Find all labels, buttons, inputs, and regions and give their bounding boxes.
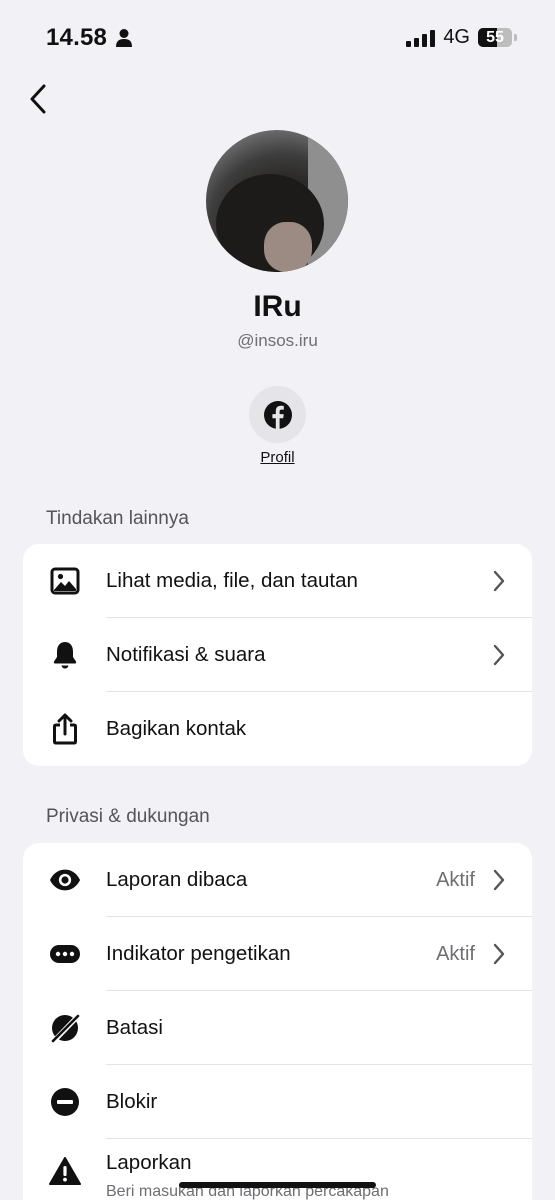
row-read-receipts[interactable]: Laporan dibaca Aktif	[23, 843, 532, 917]
home-indicator	[179, 1182, 376, 1188]
time-text: 14.58	[46, 24, 108, 51]
row-label: Notifikasi & suara	[106, 643, 266, 666]
signal-icon	[406, 29, 436, 47]
row-label: Batasi	[106, 1016, 163, 1039]
chevron-right-icon	[493, 644, 505, 666]
facebook-icon	[263, 400, 292, 429]
chevron-right-icon	[493, 943, 505, 965]
person-icon	[116, 29, 133, 47]
facebook-profile-link[interactable]: Profil	[0, 449, 555, 466]
row-label: Laporan dibaca	[106, 868, 248, 891]
chevron-left-icon	[30, 84, 46, 114]
row-notifications-sound[interactable]: Notifikasi & suara	[23, 618, 532, 692]
row-restrict[interactable]: Batasi	[23, 991, 532, 1065]
block-icon	[49, 1086, 81, 1118]
status-indicators: 4G 55	[406, 26, 517, 49]
row-value: Aktif	[436, 942, 475, 965]
chevron-right-icon	[493, 570, 505, 592]
row-label: Indikator pengetikan	[106, 942, 291, 965]
facebook-profile-button[interactable]	[249, 386, 306, 443]
row-typing-indicator[interactable]: Indikator pengetikan Aktif	[23, 917, 532, 991]
row-report[interactable]: Laporkan Beri masukan dan laporkan perca…	[23, 1139, 532, 1200]
profile-handle: @insos.iru	[237, 331, 318, 350]
profile-name: IRu	[253, 290, 302, 323]
privacy-support-card: Laporan dibaca Aktif Indikator pengetika…	[23, 843, 532, 1200]
row-share-contact[interactable]: Bagikan kontak	[23, 692, 532, 766]
section-title-privacy: Privasi & dukungan	[46, 806, 210, 827]
battery-tip	[514, 34, 517, 41]
bell-icon	[49, 639, 81, 671]
network-type: 4G	[443, 26, 470, 48]
restrict-icon	[49, 1012, 81, 1044]
row-label: Lihat media, file, dan tautan	[106, 569, 358, 592]
status-time: 14.58	[46, 24, 133, 52]
row-label: Laporkan	[106, 1151, 192, 1174]
battery-percent: 55	[486, 29, 504, 46]
row-label: Blokir	[106, 1090, 158, 1113]
avatar[interactable]	[206, 130, 348, 272]
row-media-files-links[interactable]: Lihat media, file, dan tautan	[23, 544, 532, 618]
back-button[interactable]	[22, 82, 54, 116]
warning-icon	[49, 1155, 81, 1187]
battery-icon: 55	[478, 28, 512, 47]
section-title-more-actions: Tindakan lainnya	[46, 508, 189, 529]
row-block[interactable]: Blokir	[23, 1065, 532, 1139]
more-actions-card: Lihat media, file, dan tautan Notifikasi…	[23, 544, 532, 766]
share-icon	[49, 713, 81, 745]
chevron-right-icon	[493, 869, 505, 891]
row-label: Bagikan kontak	[106, 717, 247, 740]
status-bar: 14.58 4G 55	[0, 0, 555, 70]
image-icon	[49, 565, 81, 597]
row-value: Aktif	[436, 868, 475, 891]
eye-icon	[49, 864, 81, 896]
typing-bubble-icon	[49, 938, 81, 970]
